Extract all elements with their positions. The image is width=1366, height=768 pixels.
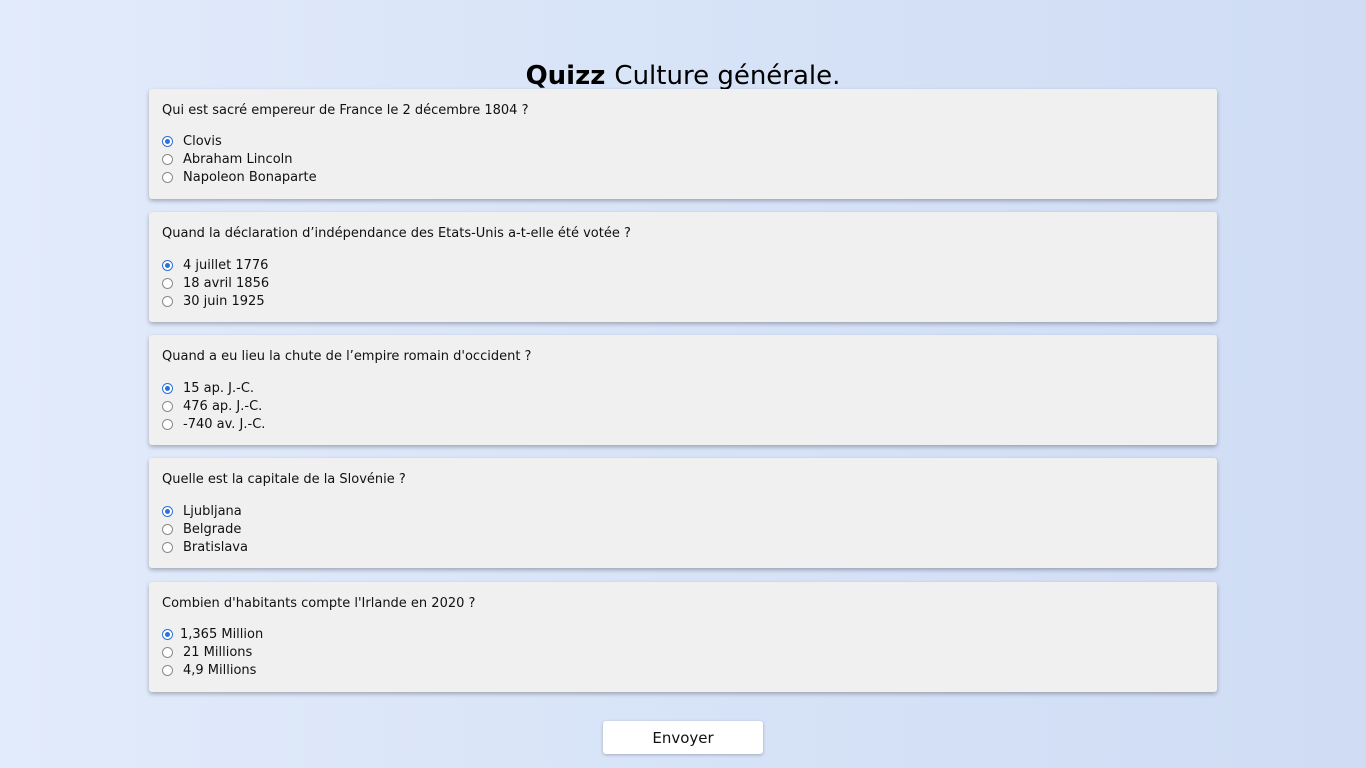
option-label: Belgrade: [183, 521, 242, 537]
question-2-option-2[interactable]: 18 avril 1856: [162, 274, 269, 292]
radio-button[interactable]: [162, 646, 173, 658]
page-title-strong: Quizz: [525, 61, 606, 92]
page-title-rest: Culture générale.: [614, 61, 841, 92]
radio-button[interactable]: [162, 523, 173, 535]
question-2-option-1[interactable]: 4 juillet 1776: [162, 256, 268, 274]
radio-button[interactable]: [162, 541, 173, 553]
option-label: 30 juin 1925: [183, 293, 265, 309]
radio-button[interactable]: [162, 382, 173, 394]
question-1-option-1[interactable]: Clovis: [162, 132, 222, 150]
question-text-3: Quand a eu lieu la chute de l’empire rom…: [162, 349, 532, 364]
question-text-4: Quelle est la capitale de la Slovénie ?: [162, 472, 406, 487]
question-4-option-2[interactable]: Belgrade: [162, 520, 241, 538]
option-label: Bratislava: [183, 539, 248, 555]
radio-button[interactable]: [162, 295, 173, 307]
radio-button[interactable]: [162, 628, 173, 640]
question-5-option-2[interactable]: 21 Millions: [162, 643, 252, 661]
question-1-option-3[interactable]: Napoleon Bonaparte: [162, 168, 317, 186]
question-4-option-3[interactable]: Bratislava: [162, 538, 248, 556]
radio-button[interactable]: [162, 400, 173, 412]
question-3-option-2[interactable]: 476 ap. J.-C.: [162, 397, 262, 415]
option-label: 15 ap. J.-C.: [183, 380, 255, 396]
option-label: 476 ap. J.-C.: [183, 398, 263, 414]
option-label: 1,365 Million: [180, 626, 264, 642]
radio-button[interactable]: [162, 171, 173, 183]
radio-button[interactable]: [162, 664, 173, 676]
option-label: Ljubljana: [183, 503, 242, 519]
question-3-option-1[interactable]: 15 ap. J.-C.: [162, 379, 254, 397]
question-4-option-1[interactable]: Ljubljana: [162, 502, 242, 520]
option-label: Napoleon Bonaparte: [183, 169, 317, 185]
question-card-2: Quand la déclaration d’indépendance des …: [149, 212, 1217, 322]
option-label: Abraham Lincoln: [183, 151, 293, 167]
radio-button[interactable]: [162, 135, 173, 147]
option-label: 21 Millions: [183, 644, 253, 660]
question-2-option-3[interactable]: 30 juin 1925: [162, 292, 265, 310]
radio-button[interactable]: [162, 259, 173, 271]
question-card-5: Combien d'habitants compte l'Irlande en …: [149, 582, 1217, 692]
option-label: -740 av. J.-C.: [183, 416, 266, 432]
question-3-option-3[interactable]: -740 av. J.-C.: [162, 415, 265, 433]
radio-button[interactable]: [162, 153, 173, 165]
question-5-option-3[interactable]: 4,9 Millions: [162, 661, 256, 679]
option-label: Clovis: [183, 133, 222, 149]
question-5-option-1[interactable]: 1,365 Million: [162, 625, 263, 643]
question-card-4: Quelle est la capitale de la Slovénie ? …: [149, 458, 1217, 568]
question-text-2: Quand la déclaration d’indépendance des …: [162, 226, 631, 241]
question-text-1: Qui est sacré empereur de France le 2 dé…: [162, 103, 529, 118]
question-card-3: Quand a eu lieu la chute de l’empire rom…: [149, 335, 1217, 445]
question-1-option-2[interactable]: Abraham Lincoln: [162, 150, 293, 168]
submit-button[interactable]: Envoyer: [603, 721, 763, 754]
question-card-1: Qui est sacré empereur de France le 2 dé…: [149, 89, 1217, 199]
question-text-5: Combien d'habitants compte l'Irlande en …: [162, 596, 476, 611]
option-label: 18 avril 1856: [183, 275, 270, 291]
radio-button[interactable]: [162, 277, 173, 289]
radio-button[interactable]: [162, 505, 173, 517]
option-label: 4 juillet 1776: [183, 257, 269, 273]
option-label: 4,9 Millions: [183, 662, 257, 678]
radio-button[interactable]: [162, 418, 173, 430]
